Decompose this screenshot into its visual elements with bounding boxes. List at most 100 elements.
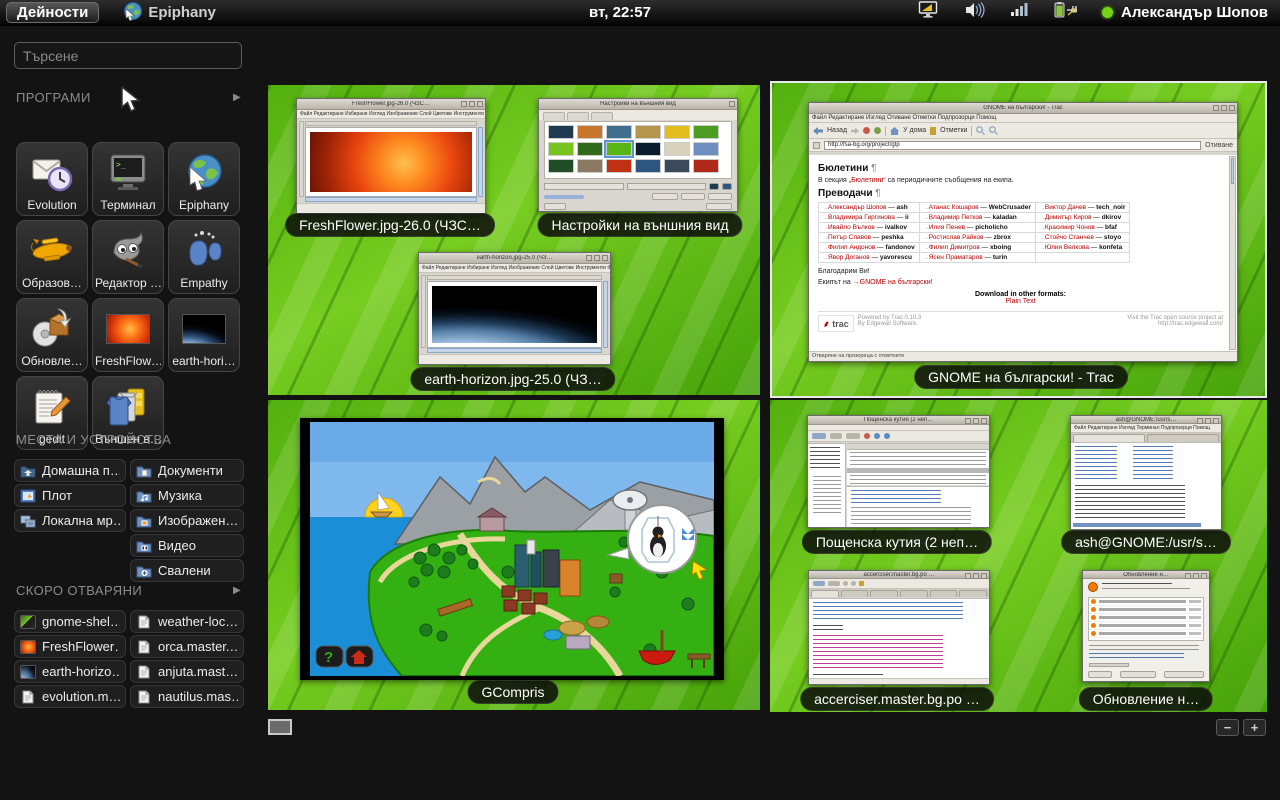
activities-button[interactable]: Дейности [6, 2, 99, 23]
app-tile-gimp[interactable]: Редактор … [92, 220, 164, 294]
recent-item[interactable]: earth-horizo… [14, 660, 126, 683]
user-menu[interactable]: Александър Шопов [1102, 4, 1268, 21]
place-music[interactable]: Музика [130, 484, 244, 507]
window-gimp-freshflower[interactable]: FreshFlower.jpg-26.0 (ЧЗС… Файл Редактир… [296, 98, 486, 214]
bookmarks-button[interactable]: Отметки [940, 127, 967, 134]
window-buttons[interactable] [461, 101, 483, 107]
translator-name-link[interactable]: Петър Славов [828, 234, 871, 241]
translator-name-link[interactable]: Димитър Киров [1045, 214, 1092, 221]
window-terminal[interactable]: ash@GNOME:/usr/s… Файл Редактиране Изгле… [1070, 415, 1222, 530]
gimp-menubar[interactable]: Файл Редактиране Избиране Изглед Изображ… [297, 110, 485, 119]
window-titlebar[interactable]: accerciser.master.bg.po … [809, 571, 989, 579]
bookmark-icon[interactable] [930, 127, 936, 135]
home-button[interactable]: У дома [903, 127, 926, 134]
battery-icon[interactable] [1054, 1, 1078, 24]
wallpaper-thumbnail[interactable] [606, 159, 632, 173]
window-label-terminal[interactable]: ash@GNOME:/usr/s… [1061, 530, 1231, 554]
place-desktop[interactable]: Плот [14, 484, 126, 507]
translator-name-link[interactable]: Юлия Велкова [1045, 244, 1089, 251]
window-trac-browser[interactable]: GNOME на български! - Trac Файл Редактир… [808, 102, 1238, 362]
zoom-in-icon[interactable] [976, 126, 985, 135]
wallpaper-thumbnail[interactable] [635, 142, 661, 156]
recent-item[interactable]: anjuta.mast… [130, 660, 244, 683]
wallpaper-thumbnail[interactable] [693, 159, 719, 173]
app-tile-evolution[interactable]: Evolution [16, 142, 88, 216]
window-gimp-earth[interactable]: earth-horizon.jpg-25.0 (ЧЗ… Файл Редакти… [418, 252, 611, 365]
evolution-toolbar[interactable] [808, 431, 989, 442]
app-tile-gcompris[interactable]: Образов… [16, 220, 88, 294]
browser-toolbar[interactable]: Назад У дома Отметки [809, 123, 1237, 139]
wallpaper-thumbnail[interactable] [548, 159, 574, 173]
app-tile-earth-horizon[interactable]: earth-hori… [168, 298, 240, 372]
translator-name-link[interactable]: Илия Пенев [929, 224, 965, 231]
translator-name-link[interactable]: Ивайло Вълков [828, 224, 875, 231]
translator-name-link[interactable]: Владимира Гиргинова [828, 214, 895, 221]
gimp-canvas[interactable] [427, 281, 602, 348]
appearance-combos[interactable] [544, 183, 732, 190]
window-update-manager[interactable]: Обновление н… [1082, 570, 1210, 682]
recent-item[interactable]: FreshFlower… [14, 635, 126, 658]
wallpaper-thumbnail[interactable] [693, 142, 719, 156]
place-home[interactable]: Домашна п… [14, 459, 126, 482]
window-titlebar[interactable]: Пощенска кутия (2 неп… [808, 416, 989, 425]
terminal-body[interactable] [1071, 442, 1221, 529]
place-videos[interactable]: Видео [130, 534, 244, 557]
app-tile-epiphany[interactable]: Epiphany [168, 142, 240, 216]
workspace-3[interactable]: ? GCompris [268, 400, 760, 710]
evolution-message-list[interactable] [847, 443, 989, 485]
page-scrollbar[interactable] [1229, 156, 1236, 350]
window-label-updates[interactable]: Обновление н… [1079, 687, 1213, 711]
app-tile-terminal[interactable]: >_ Терминал [92, 142, 164, 216]
reload-icon[interactable] [874, 127, 881, 134]
translator-name-link[interactable]: Ясен Праматаров [929, 254, 983, 261]
window-buttons[interactable] [1185, 573, 1207, 579]
place-downloads[interactable]: Свалени [130, 559, 244, 582]
updates-list[interactable] [1088, 597, 1204, 641]
scrollbar-vertical[interactable] [478, 127, 483, 197]
place-local-network[interactable]: Локална мр… [14, 509, 126, 532]
translator-name-link[interactable]: Атанас Кошаров [929, 204, 979, 211]
window-gcompris[interactable]: ? [300, 418, 724, 680]
workspace-remove-button[interactable]: − [1216, 719, 1239, 736]
recent-item[interactable]: nautilus.mas… [130, 685, 244, 708]
terminal-menubar[interactable]: Файл Редактиране Изглед Терминал Подпроз… [1071, 424, 1221, 433]
translator-name-link[interactable]: Владимир Петков [929, 214, 983, 221]
window-evolution-mail[interactable]: Пощенска кутия (2 неп… [807, 415, 990, 528]
scrollbar-vertical[interactable] [603, 281, 608, 348]
terminal-tabs[interactable] [1071, 433, 1221, 442]
gedit-tabs[interactable] [809, 589, 989, 597]
app-tile-updates[interactable]: Обновле… [16, 298, 88, 372]
go-button[interactable]: Отиване [1205, 142, 1233, 149]
app-tile-empathy[interactable]: Empathy [168, 220, 240, 294]
workspace-4[interactable]: Пощенска кутия (2 неп… ash@ [770, 400, 1267, 712]
recent-item[interactable]: orca.master.… [130, 635, 244, 658]
clock[interactable]: вт, 22:57 [589, 4, 651, 21]
window-buttons[interactable] [1213, 105, 1235, 111]
place-documents[interactable]: Документи [130, 459, 244, 482]
evolution-preview-pane[interactable] [847, 486, 989, 527]
update-row[interactable] [1089, 614, 1203, 622]
translator-name-link[interactable]: Красимир Чонов [1045, 224, 1095, 231]
wallpaper-thumbnail[interactable] [577, 159, 603, 173]
back-button[interactable]: Назад [827, 127, 847, 134]
workspace-1[interactable]: FreshFlower.jpg-26.0 (ЧЗС… Файл Редактир… [268, 85, 760, 395]
app-tile-freshflower[interactable]: FreshFlow… [92, 298, 164, 372]
display-icon[interactable] [918, 1, 940, 24]
scrollbar-horizontal[interactable] [427, 348, 602, 353]
window-titlebar[interactable]: FreshFlower.jpg-26.0 (ЧЗС… [297, 99, 485, 110]
update-row[interactable] [1089, 598, 1203, 606]
news-link[interactable]: „Бюлетини“ [849, 177, 886, 184]
wallpaper-thumbnail[interactable] [635, 125, 661, 139]
window-label-freshflower[interactable]: FreshFlower.jpg-26.0 (ЧЗС… [285, 213, 495, 237]
plain-text-link[interactable]: Plain Text [1005, 298, 1035, 305]
scrollbar-horizontal[interactable] [305, 197, 477, 202]
translator-name-link[interactable]: Филип Андонов [828, 244, 875, 251]
url-input[interactable]: http://fsa-bg.org/project/gtp [824, 141, 1201, 150]
evolution-folder-pane[interactable] [808, 443, 846, 527]
wallpaper-thumbnail[interactable] [664, 159, 690, 173]
window-titlebar[interactable]: ash@GNOME:/usr/s… [1071, 416, 1221, 424]
window-gedit-po[interactable]: accerciser.master.bg.po … [808, 570, 990, 685]
wallpaper-thumbnail[interactable] [664, 125, 690, 139]
gimp-canvas[interactable] [305, 127, 477, 197]
window-label-gedit[interactable]: accerciser.master.bg.po … [800, 687, 994, 711]
